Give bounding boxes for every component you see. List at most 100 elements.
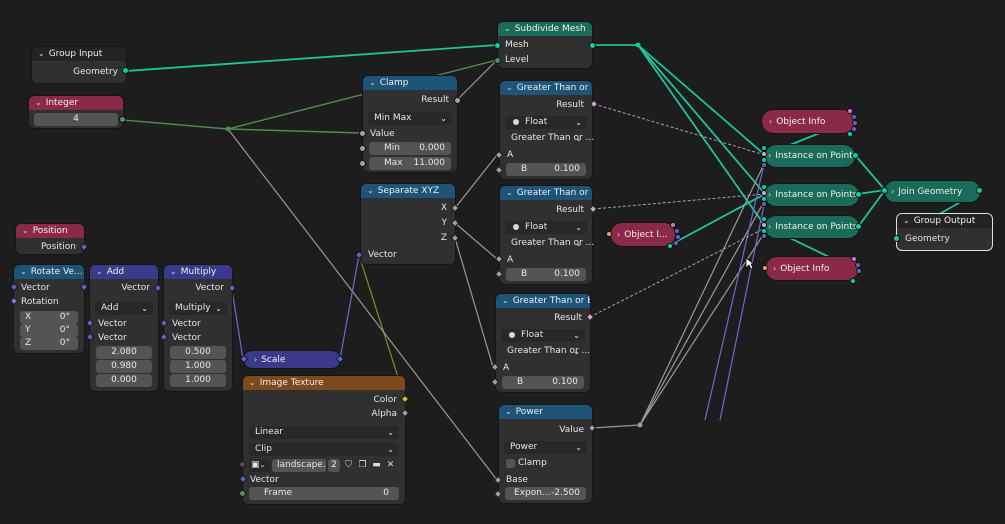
node-group-output[interactable]: ⌄ Group Output Geometry bbox=[897, 214, 992, 250]
clamp-value-socket[interactable] bbox=[359, 130, 366, 137]
data-type-dropdown[interactable]: Float ⌄ bbox=[505, 116, 587, 129]
join-in-socket[interactable] bbox=[881, 187, 888, 194]
chevron-right-icon[interactable]: › bbox=[768, 145, 771, 167]
clamp-min-field[interactable]: Min 0.000 bbox=[369, 142, 451, 155]
node-subdivide-mesh[interactable]: ⌄ Subdivide Mesh Mesh Level bbox=[498, 22, 592, 68]
node-clamp[interactable]: ⌄ Clamp Result Min Max ⌄ Value Min 0.000 Ma… bbox=[363, 76, 457, 172]
node-header[interactable]: ⌄ Subdivide Mesh bbox=[498, 22, 592, 36]
image-socket[interactable] bbox=[239, 461, 246, 468]
chevron-down-icon[interactable]: ⌄ bbox=[903, 214, 910, 228]
node-header[interactable]: ⌄Greater Than or E... bbox=[496, 294, 590, 308]
node-scale[interactable]: › Scale bbox=[244, 351, 340, 368]
iop2-out-socket[interactable] bbox=[855, 191, 862, 198]
objinfo1-socket[interactable] bbox=[847, 131, 853, 137]
node-header[interactable]: ⌄ Group Output bbox=[897, 214, 992, 228]
group-output-geometry-socket[interactable] bbox=[893, 235, 900, 242]
chevron-down-icon[interactable]: ⌄ bbox=[505, 405, 512, 419]
chevron-right-icon[interactable]: › bbox=[891, 181, 894, 202]
clamp-min-socket[interactable] bbox=[359, 145, 366, 152]
node-header[interactable]: › Join Geometry bbox=[885, 181, 980, 202]
node-power[interactable]: ⌄ Power Value Power ⌄ Clamp Base Expon... -… bbox=[499, 405, 592, 503]
chevron-right-icon[interactable]: › bbox=[773, 257, 776, 280]
node-header[interactable]: › Object Info bbox=[766, 257, 858, 280]
image-name-field[interactable]: landscape.... bbox=[272, 459, 326, 472]
iop3-out-socket[interactable] bbox=[855, 223, 862, 230]
node-header[interactable]: › Instance on Points bbox=[765, 145, 855, 167]
vector-y-field[interactable]: 1.000 bbox=[170, 360, 226, 373]
node-header[interactable]: ⌄ Power bbox=[499, 405, 592, 419]
node-header[interactable]: › Instance on Points bbox=[765, 216, 859, 238]
chevron-right-icon[interactable]: › bbox=[768, 184, 771, 206]
node-add[interactable]: ⌄ Add Vector Add ⌄ Vector Vector 2.080 0.9… bbox=[90, 265, 158, 391]
chevron-down-icon[interactable]: ⌄ bbox=[367, 184, 374, 198]
chevron-down-icon[interactable]: ⌄ bbox=[506, 186, 513, 200]
objinfo2-socket[interactable] bbox=[667, 243, 673, 249]
clamp-max-field[interactable]: Max 11.000 bbox=[369, 157, 451, 170]
node-header[interactable]: ⌄ Image Texture bbox=[243, 376, 405, 390]
chevron-right-icon[interactable]: › bbox=[769, 110, 772, 133]
join-out-socket[interactable] bbox=[976, 187, 983, 194]
operation-dropdown[interactable]: Greater Than or ... ⌄ bbox=[505, 132, 594, 145]
interpolation-dropdown[interactable]: Linear ⌄ bbox=[249, 426, 399, 439]
geometry-socket[interactable] bbox=[122, 67, 129, 74]
frame-socket[interactable] bbox=[239, 490, 246, 497]
rotation-z-field[interactable]: Z 0° bbox=[20, 337, 78, 350]
node-join-geometry[interactable]: › Join Geometry bbox=[885, 181, 980, 202]
node-header[interactable]: ⌄ Integer bbox=[29, 96, 123, 110]
operation-dropdown[interactable]: Add ⌄ bbox=[95, 302, 153, 315]
iop1-out-socket[interactable] bbox=[852, 152, 859, 159]
subdiv-mesh-in-socket[interactable] bbox=[494, 42, 501, 49]
vector-x-field[interactable]: 2.080 bbox=[96, 346, 152, 359]
operation-dropdown[interactable]: Greater Than or ... ⌄ bbox=[501, 345, 590, 358]
node-header[interactable]: › Object Info bbox=[762, 110, 854, 133]
subdiv-level-socket[interactable] bbox=[494, 57, 501, 64]
rotation-y-field[interactable]: Y 0° bbox=[20, 324, 78, 337]
chevron-down-icon[interactable]: ⌄ bbox=[502, 294, 509, 308]
image-browse-button[interactable]: ▣⌄ bbox=[249, 459, 271, 472]
objinfo2-socket[interactable] bbox=[673, 240, 679, 246]
node-object-info-1[interactable]: › Object Info bbox=[762, 110, 854, 133]
clamp-type-dropdown[interactable]: Min Max ⌄ bbox=[368, 112, 452, 125]
clamp-max-socket[interactable] bbox=[359, 160, 366, 167]
node-instance-on-points-3[interactable]: › Instance on Points bbox=[765, 216, 859, 238]
node-greater-than-2[interactable]: ⌄Greater Than or E... Result Float⌄ Grea… bbox=[500, 186, 594, 284]
node-greater-than-3[interactable]: ⌄Greater Than or E... Result Float⌄ Grea… bbox=[496, 294, 590, 392]
b-field[interactable]: B 0.100 bbox=[506, 268, 586, 281]
chevron-right-icon[interactable]: › bbox=[768, 216, 771, 238]
objinfo3-socket[interactable] bbox=[851, 256, 857, 262]
node-header[interactable]: › Scale bbox=[244, 351, 340, 368]
objinfo2-socket[interactable] bbox=[670, 222, 676, 228]
node-header[interactable]: ⌄ Separate XYZ bbox=[361, 184, 455, 198]
node-instance-on-points-2[interactable]: › Instance on Points bbox=[765, 184, 859, 206]
chevron-down-icon[interactable]: ⌄ bbox=[96, 265, 103, 279]
node-greater-than-1[interactable]: ⌄Greater Than or E... Result Float⌄ Grea… bbox=[500, 81, 594, 179]
subdiv-mesh-out-socket[interactable] bbox=[589, 42, 596, 49]
rotation-x-field[interactable]: X 0° bbox=[20, 311, 78, 324]
node-separate-xyz[interactable]: ⌄ Separate XYZ X Y Z Vector bbox=[361, 184, 455, 264]
operation-dropdown[interactable]: Multiply ⌄ bbox=[169, 302, 227, 315]
chevron-down-icon[interactable]: ⌄ bbox=[506, 81, 513, 95]
operation-dropdown[interactable]: Greater Than or ... ⌄ bbox=[505, 237, 594, 250]
exponent-field[interactable]: Expon... -2.500 bbox=[505, 487, 586, 500]
image-users-count[interactable]: 2 bbox=[328, 459, 340, 472]
node-position[interactable]: ⌄ Position Position bbox=[16, 224, 84, 254]
node-header[interactable]: › Object I... bbox=[611, 223, 675, 246]
node-header[interactable]: ⌄Greater Than or E... bbox=[500, 81, 592, 95]
node-object-info-3[interactable]: › Object Info bbox=[766, 257, 858, 280]
objinfo3-socket[interactable] bbox=[850, 278, 856, 284]
clamp-result-socket[interactable] bbox=[454, 97, 461, 104]
node-header[interactable]: ⌄ Group Input bbox=[32, 47, 126, 61]
node-rotate-vector[interactable]: ⌄ Rotate Ve... Vector Rotation X 0° Y 0° Z 0… bbox=[14, 265, 84, 353]
chevron-down-icon[interactable]: ⌄ bbox=[249, 376, 256, 390]
b-field[interactable]: B 0.100 bbox=[506, 163, 586, 176]
node-header[interactable]: ⌄ Clamp bbox=[363, 76, 457, 90]
chevron-down-icon[interactable]: ⌄ bbox=[170, 265, 177, 279]
chevron-down-icon[interactable]: ⌄ bbox=[38, 47, 45, 61]
vector-z-field[interactable]: 0.000 bbox=[96, 374, 152, 387]
node-header[interactable]: ⌄ Rotate Ve... bbox=[14, 265, 84, 279]
shield-icon[interactable]: ⛉ bbox=[342, 460, 355, 471]
chevron-right-icon[interactable]: › bbox=[617, 223, 620, 246]
vector-y-field[interactable]: 0.980 bbox=[96, 360, 152, 373]
iop3-in-socket[interactable] bbox=[761, 233, 767, 239]
b-field[interactable]: B 0.100 bbox=[502, 376, 584, 389]
